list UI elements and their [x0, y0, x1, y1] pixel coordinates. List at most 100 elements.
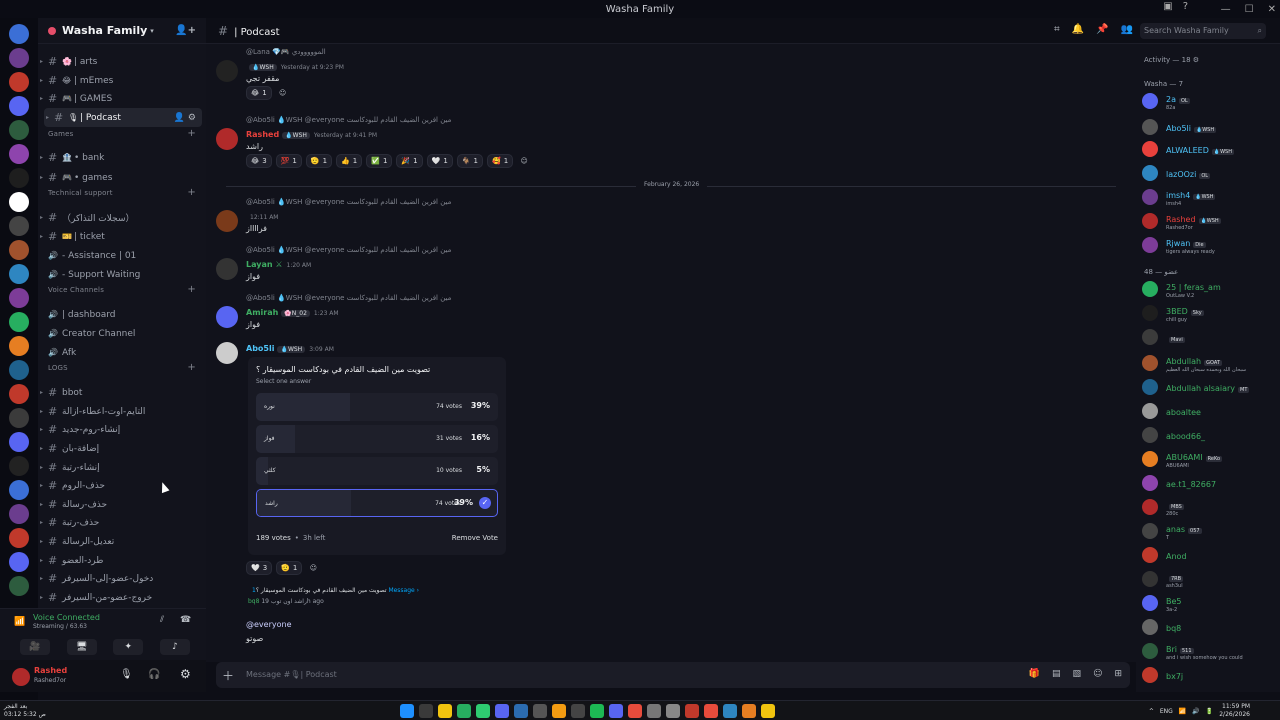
server-icon[interactable] — [9, 576, 29, 596]
member-item[interactable]: Bri 511 and i wish somehow you could — [1142, 640, 1276, 662]
thread-preview[interactable]: تصويت مين الضيف القادم في بودكاست الموسي… — [248, 587, 419, 605]
text-channel[interactable]: ▸ # bbot — [38, 383, 206, 402]
reaction[interactable]: 🥰 1 — [486, 154, 514, 168]
taskbar-app-icon[interactable] — [704, 704, 718, 718]
settings-gear-icon[interactable]: ⚙ — [180, 667, 191, 681]
reaction[interactable]: ✅ 1 — [366, 154, 393, 168]
server-icon[interactable] — [9, 96, 29, 116]
screen-share-button[interactable]: 🖥 — [66, 639, 97, 655]
member-item[interactable]: Rashed 💧WSH Rashed7or — [1142, 210, 1276, 232]
taskbar-app-icon[interactable] — [666, 704, 680, 718]
member-item[interactable]: imsh4 💧WSH imsh4 — [1142, 186, 1276, 208]
member-item[interactable]: Abdullah GOAT سبحان الله وبحمده سبحان الله… — [1142, 352, 1276, 374]
member-item[interactable]: Mavi — [1142, 326, 1276, 348]
member-item[interactable]: ABU6AMI ReKo ABU6AMI — [1142, 448, 1276, 470]
avatar[interactable] — [216, 60, 238, 82]
reaction[interactable]: 🫡 1 — [276, 561, 303, 575]
taskbar-app-icon[interactable] — [571, 704, 585, 718]
member-item[interactable]: ae.t1_82667 — [1142, 472, 1276, 494]
member-item[interactable]: anas 057 T — [1142, 520, 1276, 542]
attach-plus-icon[interactable]: ＋ — [222, 667, 234, 684]
taskbar-app-icon[interactable] — [400, 704, 414, 718]
add-channel-icon[interactable]: + — [187, 362, 196, 373]
text-channel[interactable]: ▸ # حذف-رتبة — [38, 513, 206, 532]
taskbar-app-icon[interactable] — [552, 704, 566, 718]
activities-button[interactable]: ✦ — [113, 639, 144, 655]
server-icon[interactable] — [9, 288, 29, 308]
server-icon[interactable] — [9, 24, 29, 44]
member-item[interactable]: Rjwan Die tigers always ready — [1142, 234, 1276, 256]
server-icon[interactable] — [9, 480, 29, 500]
text-channel[interactable]: ▸ # 🎫 | ticket — [38, 227, 206, 246]
maximize-button[interactable]: ☐ — [1245, 4, 1254, 15]
message-author[interactable]: 💧WSH Yesterday at 9:23 PM — [246, 62, 344, 71]
category-header[interactable]: Technical support + — [48, 187, 198, 198]
avatar[interactable] — [216, 342, 238, 364]
headphones-icon[interactable]: 🎧 — [148, 669, 160, 680]
taskbar-app-icon[interactable] — [761, 704, 775, 718]
clock[interactable]: 11:59 PM 2/26/2026 — [1219, 703, 1250, 719]
taskbar-app-icon[interactable] — [514, 704, 528, 718]
voice-channel[interactable]: 🔊 | dashboard — [38, 305, 206, 324]
server-icon[interactable] — [9, 336, 29, 356]
avatar[interactable] — [216, 258, 238, 280]
server-icon[interactable] — [9, 528, 29, 548]
taskbar-app-icon[interactable] — [590, 704, 604, 718]
reaction[interactable]: 😂 3 — [246, 154, 272, 168]
inbox-icon[interactable]: ▣ — [1163, 1, 1172, 12]
category-header[interactable]: Games + — [48, 128, 198, 139]
member-item[interactable]: lazOOzi OL — [1142, 162, 1276, 184]
message-author[interactable]: Amirah 🌸N_02 1:23 AM — [246, 308, 339, 317]
member-item[interactable]: 7RB ash3ul — [1142, 568, 1276, 590]
text-channel[interactable]: ▸ # حذف-الروم — [38, 476, 206, 495]
server-icon[interactable] — [9, 216, 29, 236]
member-item[interactable]: Anod — [1142, 544, 1276, 566]
text-channel[interactable]: ▸ # تعديل-الرسالة — [38, 532, 206, 551]
reply-preview[interactable]: @Abo5li 💧WSH @everyone مين افرين الضيف ا… — [246, 116, 451, 124]
text-channel[interactable]: ▸ # التايم-اوت-اعطاء-ازالة — [38, 402, 206, 421]
member-item[interactable]: ALWALEED 💧WSH — [1142, 138, 1276, 160]
close-button[interactable]: ✕ — [1268, 4, 1276, 15]
gift-icon[interactable]: 🎁 — [1029, 669, 1040, 679]
help-icon[interactable]: ? — [1183, 1, 1188, 12]
taskbar-app-icon[interactable] — [742, 704, 756, 718]
reaction[interactable]: 👍 1 — [336, 154, 363, 168]
search-input[interactable]: Search Washa Family ⌕ — [1140, 23, 1266, 39]
member-item[interactable]: aboaltee — [1142, 400, 1276, 422]
add-channel-icon[interactable]: + — [187, 128, 196, 139]
member-item[interactable]: Be5 3a-2 — [1142, 592, 1276, 614]
author-name[interactable]: Abo5li — [246, 344, 274, 353]
author-name[interactable]: Amirah — [246, 308, 278, 317]
minimize-button[interactable]: — — [1221, 4, 1231, 15]
reaction[interactable]: 🤍 1 — [426, 154, 453, 168]
channel-settings-gear-icon[interactable]: 👤 ⚙ — [174, 113, 196, 123]
taskbar-app-icon[interactable] — [419, 704, 433, 718]
member-item[interactable]: Abo5li 💧WSH — [1142, 116, 1276, 138]
reply-preview[interactable]: @Abo5li 💧WSH @everyone مين افرين الضيف ا… — [246, 294, 451, 302]
voice-channel[interactable]: 🔊 - Support Waiting — [38, 265, 206, 284]
text-channel[interactable]: ▸ # إنشاء-رتبة — [38, 458, 206, 477]
reaction[interactable]: 💯 1 — [275, 154, 302, 168]
taskbar-app-icon[interactable] — [723, 704, 737, 718]
mention[interactable]: @everyone — [246, 620, 292, 629]
server-icon[interactable] — [9, 72, 29, 92]
author-name[interactable]: Rashed — [246, 130, 279, 139]
server-icon[interactable] — [9, 432, 29, 452]
bell-icon[interactable]: 🔔 — [1072, 24, 1084, 35]
reply-preview[interactable]: @Abo5li 💧WSH @everyone مين افرين الضيف ا… — [246, 246, 451, 254]
text-channel[interactable]: ▸ # إضافة-بان — [38, 439, 206, 458]
taskbar-app-icon[interactable] — [628, 704, 642, 718]
pin-icon[interactable]: 📌 — [1096, 24, 1108, 35]
tray-arrow-icon[interactable]: ^ — [1149, 708, 1154, 715]
reaction[interactable]: 🤍 3 — [246, 561, 273, 575]
disconnect-icon[interactable]: ☎ — [180, 615, 191, 625]
avatar[interactable] — [216, 210, 238, 232]
text-channel[interactable]: ▸ # （سجلات التذاكر） — [38, 208, 206, 227]
poll-option[interactable]: فواز 31 votes 16% — [256, 425, 498, 453]
server-icon[interactable] — [9, 120, 29, 140]
server-icon[interactable] — [9, 312, 29, 332]
taskbar-app-icon[interactable] — [533, 704, 547, 718]
text-channel[interactable]: ▸ # خروج-عضو-من-السيرفر — [38, 588, 206, 607]
category-header[interactable]: Voice Channels + — [48, 284, 198, 295]
text-channel[interactable]: ▸ # 😂 | mEmes — [38, 71, 206, 90]
